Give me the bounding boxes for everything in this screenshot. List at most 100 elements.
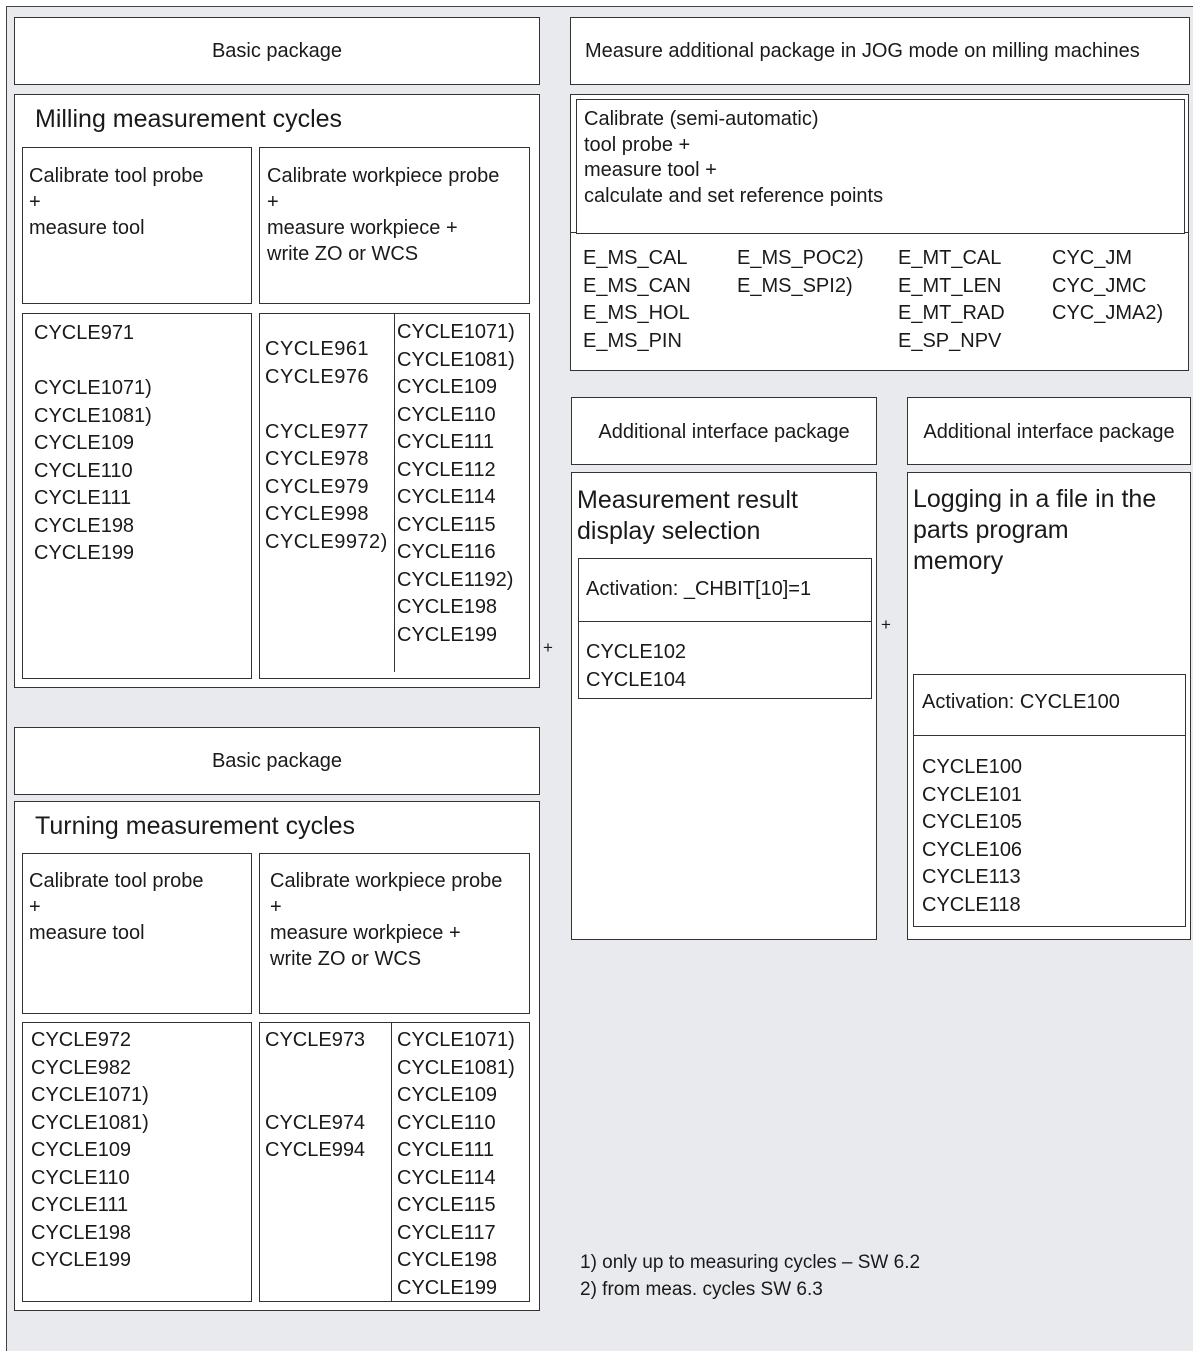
footnote: 2) from meas. cycles SW 6.3: [580, 1279, 823, 1300]
jog-cycle-item: E_MT_CAL: [898, 247, 1002, 269]
turning-tool-cycles-box: CYCLE972 CYCLE982 CYCLE1071) CYCLE1081) CYCL…: [22, 1022, 252, 1302]
cycle-item: CYCLE1071): [397, 1029, 515, 1051]
cycle-item: CYCLE111: [34, 487, 132, 509]
display-selection-title: display selection: [577, 517, 761, 545]
cycle-item: CYCLE972: [31, 1029, 132, 1051]
turning-basic-package-box: Basic package: [14, 727, 540, 795]
cycle-item: CYCLE198: [34, 514, 135, 537]
cycle-item: CYCLE1081): [34, 404, 152, 427]
jog-cycle-item: E_MT_LEN: [898, 274, 1002, 297]
column-divider: [394, 314, 395, 672]
turning-workpiece-probe-line: write ZO or WCS: [270, 948, 422, 970]
milling-workpiece-cycles-box: CYCLE961 CYCLE976 CYCLE977 CYCLE978 CYCLE979…: [259, 313, 530, 679]
display-interface-package-label: Additional interface package: [598, 421, 850, 443]
turning-tool-probe-line: +: [29, 896, 41, 918]
cycle-item: CYCLE976: [265, 365, 370, 388]
cycle-item: CYCLE104: [586, 668, 687, 691]
turning-tool-probe-line: measure tool: [29, 922, 145, 944]
milling-workpiece-probe-line: +: [267, 191, 279, 213]
milling-tool-cycles-box: CYCLE971 CYCLE1071) CYCLE1081) CYCLE109 CYCL…: [22, 313, 252, 679]
cycle-item: CYCLE100: [922, 756, 1023, 778]
jog-cycle-item: CYC_JM: [1052, 247, 1133, 269]
cycle-item: CYCLE199: [31, 1249, 132, 1271]
cycle-item: CYCLE106: [922, 838, 1023, 861]
cycle-item: CYCLE1192): [397, 568, 514, 591]
logging-title: memory: [913, 547, 1004, 575]
cycle-item: CYCLE973: [265, 1029, 366, 1051]
cycle-item: CYCLE199: [397, 1276, 498, 1299]
turning-cycles-title: Turning measurement cycles: [35, 812, 356, 840]
cycle-item: CYCLE110: [34, 459, 133, 482]
logging-title: Logging in a file in the: [913, 485, 1157, 513]
turning-tool-probe-line: Calibrate tool probe: [29, 870, 204, 892]
cycle-item: CYCLE1071): [31, 1084, 149, 1106]
milling-workpiece-probe-line: measure workpiece +: [267, 217, 458, 239]
cycle-item: CYCLE974: [265, 1111, 366, 1134]
logging-interface-package-box: Additional interface package: [907, 397, 1191, 465]
cycle-item: CYCLE111: [397, 431, 495, 453]
cycle-item: CYCLE961: [265, 338, 370, 360]
milling-basic-package-label: Basic package: [211, 40, 343, 62]
cycle-item: CYCLE1081): [397, 348, 515, 371]
jog-cycle-item: E_MS_PIN: [583, 329, 682, 352]
cycle-item: CYCLE113: [922, 866, 1021, 888]
cycle-item: CYCLE112: [397, 458, 496, 481]
jog-package-box: Measure additional package in JOG mode o…: [570, 17, 1190, 85]
cycle-item: CYCLE116: [397, 541, 496, 563]
turning-workpiece-probe-line: Calibrate workpiece probe: [270, 870, 503, 892]
cycle-item: CYCLE109: [397, 1084, 498, 1106]
jog-cycle-item: E_SP_NPV: [898, 329, 1002, 352]
cycle-item: CYCLE117: [397, 1221, 496, 1244]
jog-cycle-item: E_MT_RAD: [898, 302, 1005, 324]
logging-interface-package-label: Additional interface package: [923, 421, 1175, 443]
cycle-item: CYCLE998: [265, 503, 370, 525]
turning-tool-probe-box: Calibrate tool probe + measure tool: [22, 853, 252, 1014]
column-divider: [391, 1023, 392, 1301]
jog-cycle-item: E_MS_HOL: [583, 302, 690, 324]
milling-tool-probe-line: Calibrate tool probe: [29, 165, 204, 187]
separator-line: [914, 735, 1185, 736]
plus-sign: +: [543, 638, 553, 657]
cycle-item: CYCLE109: [397, 376, 498, 398]
cycle-item: CYCLE102: [586, 641, 687, 663]
logging-activation-box: Activation: CYCLE100 CYCLE100 CYCLE101 CYC…: [913, 674, 1186, 927]
cycle-item: CYCLE110: [397, 403, 496, 426]
cycle-item: CYCLE994: [265, 1139, 366, 1161]
cycle-item: CYCLE1071): [34, 377, 152, 399]
display-activation-label: Activation: _CHBIT[10]=1: [586, 578, 812, 600]
jog-cycle-item: E_MS_SPI2): [737, 274, 853, 297]
cycle-item: CYCLE977: [265, 420, 370, 443]
jog-description-line: tool probe +: [584, 133, 691, 156]
cycle-item: CYCLE198: [397, 596, 498, 618]
cycle-item: CYCLE118: [922, 893, 1021, 916]
milling-tool-probe-line: +: [29, 191, 41, 213]
milling-tool-probe-box: Calibrate tool probe + measure tool: [22, 147, 252, 304]
cycle-item: CYCLE109: [31, 1139, 132, 1161]
separator-line: [579, 621, 871, 622]
turning-workpiece-cycles-box: CYCLE973 CYCLE974 CYCLE994 CYCLE1071) CYCLE…: [259, 1022, 530, 1302]
cycle-item: CYCLE111: [31, 1194, 129, 1216]
cycle-item: CYCLE9972): [265, 530, 388, 553]
cycle-item: CYCLE198: [397, 1249, 498, 1271]
jog-cycle-item: E_MS_CAL: [583, 247, 688, 269]
display-interface-package-box: Additional interface package: [571, 397, 877, 465]
cycle-item: CYCLE199: [34, 542, 135, 564]
jog-cycle-item: CYC_JMA2): [1052, 302, 1164, 324]
display-activation-box: Activation: _CHBIT[10]=1 CYCLE102 CYCLE10…: [578, 558, 872, 699]
jog-description-line: Calibrate (semi-automatic): [584, 108, 819, 130]
cycle-item: CYCLE199: [397, 623, 498, 646]
cycle-item: CYCLE1071): [397, 321, 515, 343]
cycle-item: CYCLE101: [922, 783, 1023, 806]
milling-workpiece-probe-line: write ZO or WCS: [267, 243, 419, 265]
turning-basic-package-label: Basic package: [211, 750, 343, 772]
milling-workpiece-probe-line: Calibrate workpiece probe: [267, 165, 500, 187]
cycle-item: CYCLE1081): [397, 1056, 515, 1079]
jog-cycle-item: E_MS_CAN: [583, 274, 691, 297]
cycle-item: CYCLE1081): [31, 1111, 149, 1134]
jog-description-box: Calibrate (semi-automatic) tool probe + me…: [576, 99, 1185, 234]
cycle-item: CYCLE114: [397, 486, 496, 508]
cycle-item: CYCLE982: [31, 1056, 132, 1079]
milling-cycles-title: Milling measurement cycles: [35, 105, 343, 133]
cycle-item: CYCLE115: [397, 1194, 496, 1216]
jog-package-label: Measure additional package in JOG mode o…: [585, 40, 1140, 62]
